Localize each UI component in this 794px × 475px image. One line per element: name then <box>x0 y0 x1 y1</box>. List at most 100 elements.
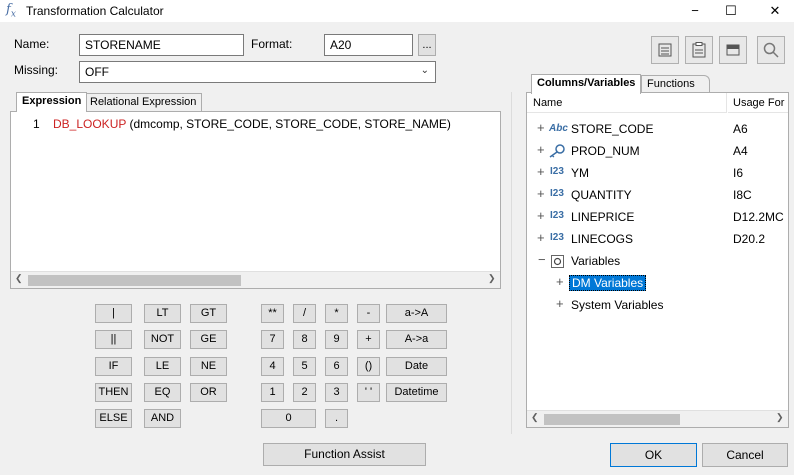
tree-item-name: PROD_NUM <box>571 144 640 158</box>
key-or[interactable]: OR <box>190 383 227 402</box>
expand-icon[interactable]: + <box>556 274 564 289</box>
key-and[interactable]: AND <box>144 409 181 428</box>
tree-row-lineprice[interactable]: + I23 LINEPRICE D12.2MC <box>527 207 788 227</box>
key-eq[interactable]: EQ <box>144 383 181 402</box>
expand-icon[interactable]: + <box>537 142 545 157</box>
tree-item-name: STORE_CODE <box>571 122 654 136</box>
name-field[interactable]: STORENAME <box>79 34 244 56</box>
key-or-bar[interactable]: | <box>95 304 132 323</box>
key-lowercase[interactable]: A->a <box>386 330 447 349</box>
tree-row-store-code[interactable]: + Abc STORE_CODE A6 <box>527 119 788 139</box>
key-7[interactable]: 7 <box>261 330 284 349</box>
column-header-name[interactable]: Name <box>527 93 727 113</box>
expand-icon[interactable]: + <box>537 164 545 179</box>
tree-row-prod-num[interactable]: + PROD_NUM A4 <box>527 141 788 161</box>
scroll-right-icon[interactable]: ❯ <box>776 412 784 423</box>
collapse-icon[interactable]: − <box>538 252 546 267</box>
key-uppercase[interactable]: a->A <box>386 304 447 323</box>
key-icon <box>548 144 566 161</box>
key-power[interactable]: ** <box>261 304 284 323</box>
key-decimal[interactable]: . <box>325 409 348 428</box>
scroll-left-icon[interactable]: ❮ <box>15 273 23 284</box>
editor-horizontal-scrollbar[interactable]: ❮ ❯ <box>11 271 500 288</box>
key-5[interactable]: 5 <box>293 357 316 376</box>
tree-row-ym[interactable]: + I23 YM I6 <box>527 163 788 183</box>
key-6[interactable]: 6 <box>325 357 348 376</box>
expand-icon[interactable]: + <box>537 120 545 135</box>
key-date[interactable]: Date <box>386 357 447 376</box>
format-browse-button[interactable]: ... <box>418 34 436 56</box>
integer-type-icon: I23 <box>550 210 564 221</box>
key-4[interactable]: 4 <box>261 357 284 376</box>
key-datetime[interactable]: Datetime <box>386 383 447 402</box>
key-plus[interactable]: + <box>357 330 380 349</box>
tree-item-usage: I8C <box>733 188 752 202</box>
key-3[interactable]: 3 <box>325 383 348 402</box>
key-parens[interactable]: () <box>357 357 380 376</box>
missing-value: OFF <box>85 65 109 79</box>
line-number: 1 <box>33 117 40 131</box>
tree-item-name: QUANTITY <box>571 188 632 202</box>
name-label: Name: <box>14 37 50 51</box>
tree-row-system-variables[interactable]: + System Variables <box>527 295 788 315</box>
scroll-left-icon[interactable]: ❮ <box>531 412 539 423</box>
tab-expression[interactable]: Expression <box>16 92 88 112</box>
tab-columns-variables[interactable]: Columns/Variables <box>531 74 642 94</box>
key-else[interactable]: ELSE <box>95 409 132 428</box>
expand-icon[interactable]: + <box>556 296 564 311</box>
key-divide[interactable]: / <box>293 304 316 323</box>
key-9[interactable]: 9 <box>325 330 348 349</box>
key-if[interactable]: IF <box>95 357 132 376</box>
key-concat[interactable]: || <box>95 330 132 349</box>
tree-horizontal-scrollbar[interactable]: ❮ ❯ <box>527 410 788 427</box>
scrollbar-thumb[interactable] <box>28 275 241 286</box>
search-icon[interactable] <box>757 36 785 64</box>
scroll-right-icon[interactable]: ❯ <box>488 273 496 284</box>
key-8[interactable]: 8 <box>293 330 316 349</box>
maximize-icon[interactable]: ☐ <box>714 0 748 22</box>
clipboard-icon[interactable] <box>685 36 713 64</box>
properties-icon[interactable] <box>651 36 679 64</box>
scrollbar-thumb[interactable] <box>544 414 680 425</box>
expand-icon[interactable]: + <box>537 186 545 201</box>
key-0[interactable]: 0 <box>261 409 316 428</box>
tree-row-variables[interactable]: − Variables <box>527 251 788 271</box>
key-le[interactable]: LE <box>144 357 181 376</box>
key-ne[interactable]: NE <box>190 357 227 376</box>
expand-icon[interactable]: + <box>537 208 545 223</box>
tree-item-name: DM Variables <box>569 275 647 291</box>
title-bar: fx Transformation Calculator − ☐ ✕ <box>0 0 794 22</box>
key-minus[interactable]: - <box>357 304 380 323</box>
tree-row-linecogs[interactable]: + I23 LINECOGS D20.2 <box>527 229 788 249</box>
tree-item-usage: A6 <box>733 122 748 136</box>
close-icon[interactable]: ✕ <box>758 0 792 22</box>
column-header-usage[interactable]: Usage For <box>728 93 788 113</box>
key-not[interactable]: NOT <box>144 330 181 349</box>
tree-item-usage: I6 <box>733 166 744 180</box>
tab-functions[interactable]: Functions <box>641 75 710 93</box>
minimize-icon[interactable]: − <box>678 0 712 22</box>
key-then[interactable]: THEN <box>95 383 132 402</box>
fx-icon: fx <box>6 2 16 20</box>
integer-type-icon: I23 <box>550 232 564 243</box>
key-lt[interactable]: LT <box>144 304 181 323</box>
cancel-button[interactable]: Cancel <box>702 443 788 467</box>
missing-label: Missing: <box>14 63 59 77</box>
format-field[interactable]: A20 <box>324 34 413 56</box>
key-multiply[interactable]: * <box>325 304 348 323</box>
tree-row-quantity[interactable]: + I23 QUANTITY I8C <box>527 185 788 205</box>
key-gt[interactable]: GT <box>190 304 227 323</box>
key-quotes[interactable]: ' ' <box>357 383 380 402</box>
key-1[interactable]: 1 <box>261 383 284 402</box>
key-2[interactable]: 2 <box>293 383 316 402</box>
expand-icon[interactable]: + <box>537 230 545 245</box>
tree-row-dm-variables[interactable]: + DM Variables <box>527 273 788 293</box>
key-ge[interactable]: GE <box>190 330 227 349</box>
ok-button[interactable]: OK <box>610 443 697 467</box>
missing-select[interactable]: OFF ⌄ <box>79 61 436 83</box>
function-assist-button[interactable]: Function Assist <box>263 443 426 466</box>
columns-tree-panel: Name Usage For + Abc STORE_CODE A6 + PRO… <box>526 92 789 428</box>
window-icon[interactable] <box>719 36 747 64</box>
expression-editor[interactable]: 1 DB_LOOKUP (dmcomp, STORE_CODE, STORE_C… <box>10 111 501 289</box>
tab-relational-expression[interactable]: Relational Expression <box>84 93 203 111</box>
